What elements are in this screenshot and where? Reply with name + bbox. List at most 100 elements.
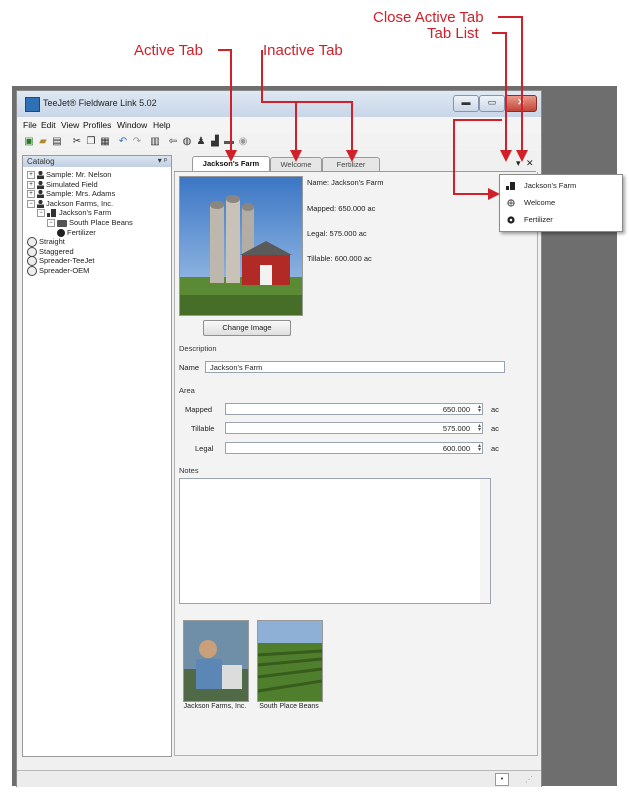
notes-scrollbar[interactable] [480, 479, 490, 603]
status-indicator-icon: • [495, 773, 509, 786]
globe-icon[interactable]: ◍ [181, 136, 193, 148]
area-section: Area [179, 386, 195, 395]
field-icon[interactable]: ◉ [237, 136, 249, 148]
close-window-button[interactable]: ✕ [505, 95, 537, 112]
redo-icon[interactable]: ↷ [131, 136, 143, 148]
minimize-icon: ▬ [461, 97, 471, 107]
tab-list-label: Welcome [524, 198, 556, 207]
new-icon[interactable]: ▣ [23, 136, 35, 148]
cut-icon[interactable]: ✂ [71, 136, 83, 148]
pin-icon[interactable]: ▾ ᵖ [158, 156, 167, 165]
import-icon[interactable]: ⇦ [167, 136, 179, 148]
tree-item[interactable]: + Sample: Mr. Nelson [27, 170, 111, 180]
notes-textarea[interactable] [179, 478, 491, 604]
menu-help[interactable]: Help [153, 120, 170, 130]
mapped-label: Mapped [185, 405, 213, 414]
tree-expander-icon[interactable]: + [27, 180, 35, 189]
tree-expander-icon[interactable]: + [27, 190, 35, 199]
spinner-icon[interactable]: ▴ ▾ [473, 443, 481, 453]
tab-list-item-fertilizer[interactable]: Fertilizer [506, 214, 553, 226]
globe-icon [27, 266, 37, 277]
mapped-input[interactable]: 650.000 ▴ ▾ [225, 403, 483, 415]
folder-icon[interactable]: ▬ [223, 136, 235, 148]
thumbnail-jackson-farms[interactable] [183, 620, 249, 702]
tree-item-label: Spreader-TeeJet [39, 256, 95, 266]
tree-item[interactable]: − South Place Beans [47, 218, 133, 228]
tree-expander-icon[interactable]: + [27, 171, 35, 180]
paste-icon[interactable]: ▦ [99, 136, 111, 148]
mapped-unit: ac [491, 405, 499, 414]
spinner-icon[interactable]: ▴ ▾ [473, 404, 481, 414]
minimize-button[interactable]: ▬ [453, 95, 479, 112]
callout-active-tab: Active Tab [134, 42, 203, 59]
tab-list-label: Fertilizer [524, 215, 553, 224]
tree-expander-icon[interactable]: − [37, 209, 45, 218]
tree-item-label: Straight [39, 237, 65, 247]
change-image-button[interactable]: Change Image [203, 320, 291, 336]
tree-item[interactable]: Fertilizer [57, 228, 96, 238]
tab-list-button[interactable]: ▾ [516, 158, 521, 169]
tree-item-label: Jackson's Farm [59, 208, 112, 218]
undo-icon[interactable]: ↶ [117, 136, 129, 148]
tab-list-item-jacksons-farm[interactable]: Jackson's Farm [506, 180, 576, 192]
tree-expander-icon[interactable]: − [47, 219, 55, 228]
menu-edit[interactable]: Edit [41, 120, 56, 130]
tree-item-label: South Place Beans [69, 218, 133, 227]
farm-icon [47, 209, 57, 218]
catalog-header: Catalog ▾ ᵖ [23, 156, 171, 167]
spinner-icon[interactable]: ▴ ▾ [473, 423, 481, 433]
tree-item[interactable]: Spreader-TeeJet [27, 256, 95, 267]
save-icon[interactable]: ▤ [51, 136, 63, 148]
catalog-title: Catalog [27, 157, 55, 166]
maximize-button[interactable]: ▭ [479, 95, 505, 112]
tree-item-label: Sample: Mr. Nelson [46, 170, 112, 179]
title-bar: TeeJet® Fieldware Link 5.02 ▬ ▭ ✕ [17, 91, 541, 117]
thumbnail-south-place-beans[interactable] [257, 620, 323, 702]
tree-item[interactable]: Staggered [27, 247, 74, 257]
menu-window[interactable]: Window [117, 120, 147, 130]
person-icon[interactable]: ♟ [195, 136, 207, 148]
summary-mapped: Mapped: 650.000 ac [307, 204, 376, 213]
callout-inactive-tab: Inactive Tab [263, 42, 343, 59]
tree-item-label: Simulated Field [46, 179, 98, 189]
window-title: TeeJet® Fieldware Link 5.02 [43, 98, 157, 108]
farmer-photo [184, 621, 248, 701]
tree-item[interactable]: + Sample: Mrs. Adams [27, 189, 115, 199]
legal-value: 600.000 [442, 444, 470, 453]
tab-welcome[interactable]: Welcome [270, 157, 322, 171]
tree-item[interactable]: Spreader-OEM [27, 266, 90, 277]
close-tab-button[interactable]: ✕ [526, 158, 534, 169]
folder-icon [57, 219, 67, 227]
tillable-value: 575.000 [442, 424, 470, 433]
tillable-input[interactable]: 575.000 ▴ ▾ [225, 422, 483, 434]
menu-view[interactable]: View [61, 120, 79, 130]
globe-icon [27, 246, 37, 257]
tree-expander-icon[interactable]: − [27, 199, 35, 208]
tab-fertilizer[interactable]: Fertilizer [322, 157, 380, 171]
thumbnail-caption-jackson-farms: Jackson Farms, Inc. [183, 703, 247, 710]
copy-icon[interactable]: ❐ [85, 136, 97, 148]
tree-item[interactable]: + Simulated Field [27, 180, 98, 190]
resize-grip-icon[interactable]: ⋰ [525, 775, 533, 784]
properties-icon[interactable]: ▥ [149, 136, 161, 148]
tab-list-item-welcome[interactable]: Welcome [506, 197, 555, 209]
field-icon [57, 228, 65, 237]
tab-jacksons-farm[interactable]: Jackson's Farm [192, 156, 270, 171]
farm-icon[interactable]: ▟ [209, 136, 221, 148]
barn-silo-photo [180, 177, 302, 315]
tree-item[interactable]: − Jackson Farms, Inc. [27, 199, 113, 209]
open-icon[interactable]: ▰ [37, 136, 49, 148]
callout-tab-list: Tab List [427, 25, 479, 42]
tree-item[interactable]: − Jackson's Farm [37, 208, 111, 218]
tab-content: Name: Jackson's Farm Mapped: 650.000 ac … [174, 172, 538, 756]
menu-file[interactable]: File [23, 120, 37, 130]
name-field[interactable]: Jackson's Farm [205, 361, 505, 373]
legal-input[interactable]: 600.000 ▴ ▾ [225, 442, 483, 454]
menu-profiles[interactable]: Profiles [83, 120, 111, 130]
farm-image [179, 176, 303, 316]
tree-item-label: Staggered [39, 246, 74, 256]
catalog-panel: Catalog ▾ ᵖ + Sample: Mr. Nelson + Simulate… [22, 155, 172, 757]
tree-item-label: Spreader-OEM [39, 266, 90, 275]
tree-item[interactable]: Straight [27, 237, 65, 248]
person-icon [37, 199, 44, 208]
